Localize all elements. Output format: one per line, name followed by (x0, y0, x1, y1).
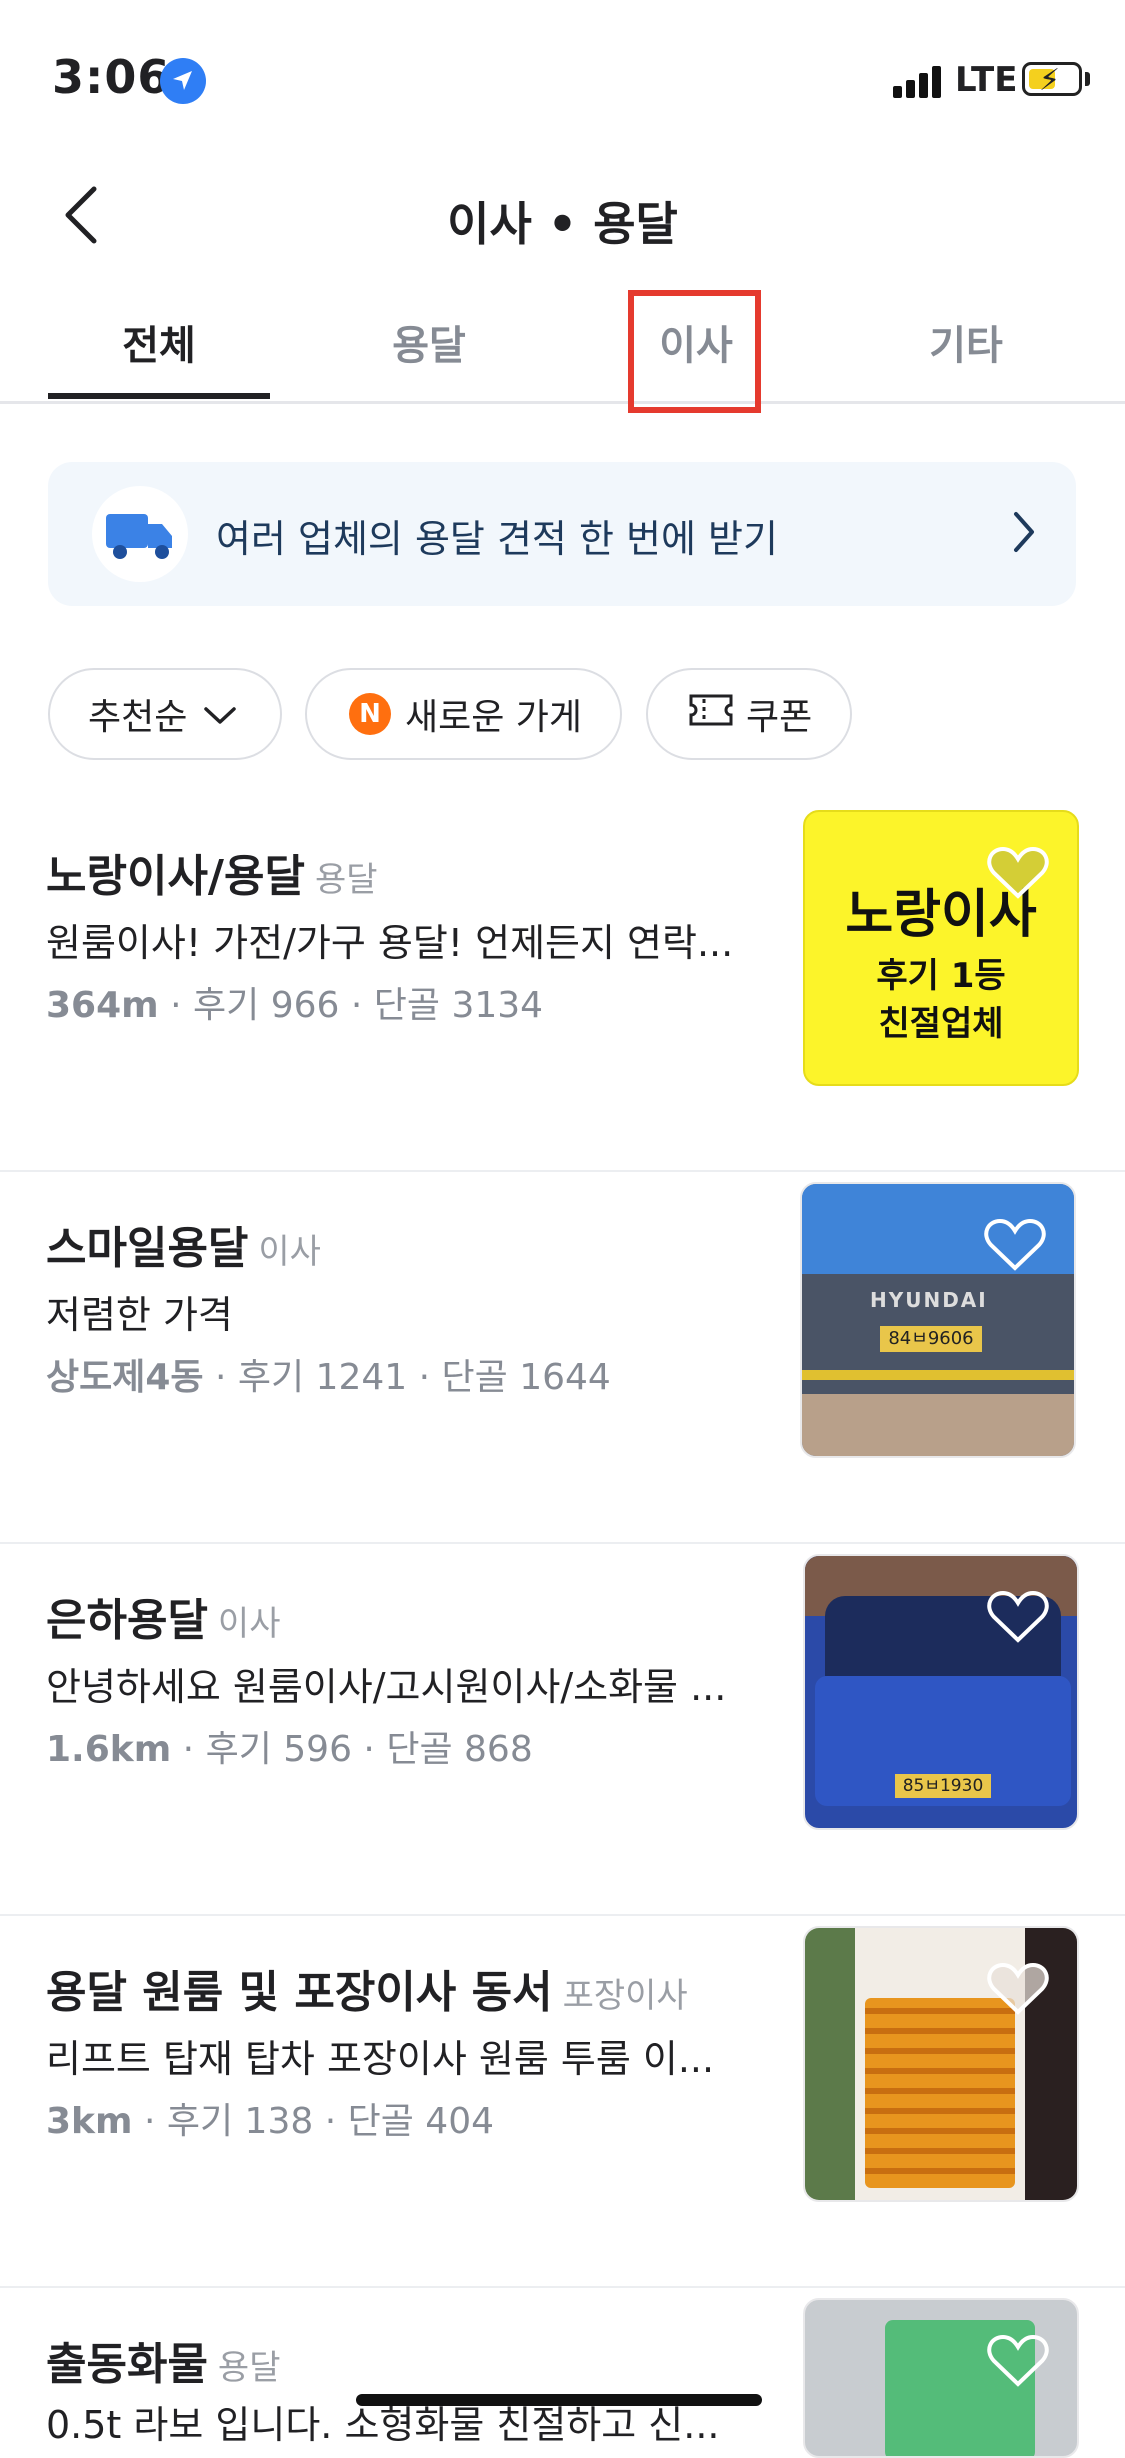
store-name: 용달 원룸 및 포장이사 동서 포장이사 (46, 1967, 688, 2018)
store-name: 출동화물 용달 (46, 2339, 281, 2390)
chevron-down-icon (203, 694, 237, 735)
cellular-signal-icon (893, 64, 945, 98)
license-plate: 85ㅂ1930 (895, 1774, 991, 1798)
list-item[interactable]: 노랑이사/용달 용달 원룸이사! 가전/가구 용달! 언제든지 연락... 364… (0, 800, 1125, 1172)
list-item[interactable]: 용달 원룸 및 포장이사 동서 포장이사 리프트 탑재 탑차 포장이사 원룸 투룸… (0, 1916, 1125, 2288)
banner-text: 여러 업체의 용달 견적 한 번에 받기 (216, 517, 778, 561)
license-plate: 84ㅂ9606 (880, 1326, 982, 1352)
store-name: 노랑이사/용달 용달 (46, 851, 378, 902)
new-badge-icon: N (349, 693, 391, 735)
tab-all[interactable]: 전체 (24, 313, 294, 371)
home-indicator[interactable] (356, 2394, 762, 2406)
ticket-icon (688, 693, 734, 736)
sort-dropdown[interactable]: 추천순 (48, 668, 282, 760)
truck-icon (92, 486, 188, 582)
tab-other[interactable]: 기타 (831, 313, 1101, 371)
status-bar: 3:06 LTE ⚡ (0, 0, 1125, 150)
tab-delivery[interactable]: 용달 (294, 313, 564, 371)
store-category: 이사 (217, 1604, 281, 1644)
store-category: 용달 (217, 2348, 281, 2388)
store-description: 안녕하세요 원룸이사/고시원이사/소화물 ... (46, 1665, 727, 1709)
status-time: 3:06 (52, 50, 171, 104)
store-category: 이사 (258, 1232, 321, 1272)
heart-icon[interactable] (987, 2334, 1049, 2388)
thumb-text-2: 후기 1등 (876, 956, 1006, 996)
store-category: 용달 (314, 860, 378, 900)
store-name: 은하용달 이사 (46, 1595, 281, 1646)
category-tabs: 전체 용달 이사 기타 (0, 285, 1125, 404)
store-description: 원룸이사! 가전/가구 용달! 언제든지 연락... (46, 921, 734, 965)
store-meta: 상도제4동 · 후기 1241 · 단골 1644 (46, 1357, 611, 1398)
heart-icon[interactable] (987, 846, 1049, 900)
store-name: 스마일용달 이사 (46, 1223, 321, 1274)
list-item[interactable]: 은하용달 이사 안녕하세요 원룸이사/고시원이사/소화물 ... 1.6km · … (0, 1544, 1125, 1916)
network-type: LTE (955, 60, 1018, 100)
chevron-right-icon (1012, 510, 1036, 558)
list-item[interactable]: 출동화물 용달 0.5t 라보 입니다. 소형화물 친절하고 신... (0, 2288, 1125, 2458)
highlight-annotation-box (628, 290, 761, 413)
store-thumbnail: 85ㅂ1930 (803, 1554, 1079, 1830)
store-thumbnail (803, 2298, 1079, 2458)
new-store-label: 새로운 가게 (405, 697, 583, 738)
store-meta: 3km · 후기 138 · 단골 404 (46, 2101, 495, 2142)
heart-icon[interactable] (987, 1590, 1049, 1644)
truck-brand-text: HYUNDAI (870, 1288, 988, 1312)
battery-icon: ⚡ (1022, 62, 1082, 98)
page-title: 이사 • 용달 (447, 197, 678, 251)
coupon-filter[interactable]: 쿠폰 (646, 668, 852, 760)
navigation-header: 이사 • 용달 (0, 150, 1125, 280)
heart-icon[interactable] (987, 1962, 1049, 2016)
thumb-text-3: 친절업체 (878, 1004, 1004, 1044)
store-thumbnail: 노랑이사 후기 1등 친절업체 (803, 810, 1079, 1086)
store-meta: 364m · 후기 966 · 단골 3134 (46, 985, 544, 1026)
store-category: 포장이사 (562, 1976, 688, 2016)
quote-request-banner[interactable]: 여러 업체의 용달 견적 한 번에 받기 (48, 462, 1076, 606)
store-thumbnail: HYUNDAI 84ㅂ9606 (800, 1182, 1076, 1458)
store-meta: 1.6km · 후기 596 · 단골 868 (46, 1729, 533, 1770)
list-item[interactable]: 스마일용달 이사 저렴한 가격 상도제4동 · 후기 1241 · 단골 1644… (0, 1172, 1125, 1544)
new-store-filter[interactable]: N 새로운 가게 (305, 668, 622, 760)
coupon-label: 쿠폰 (746, 697, 813, 738)
battery-nub (1085, 72, 1090, 86)
sort-label: 추천순 (88, 697, 188, 738)
active-tab-indicator (48, 393, 270, 399)
heart-icon[interactable] (984, 1218, 1046, 1272)
location-arrow-icon (160, 58, 206, 104)
store-description: 리프트 탑재 탑차 포장이사 원룸 투룸 이... (46, 2037, 715, 2081)
store-description: 저렴한 가격 (46, 1293, 233, 1337)
store-thumbnail (803, 1926, 1079, 2202)
